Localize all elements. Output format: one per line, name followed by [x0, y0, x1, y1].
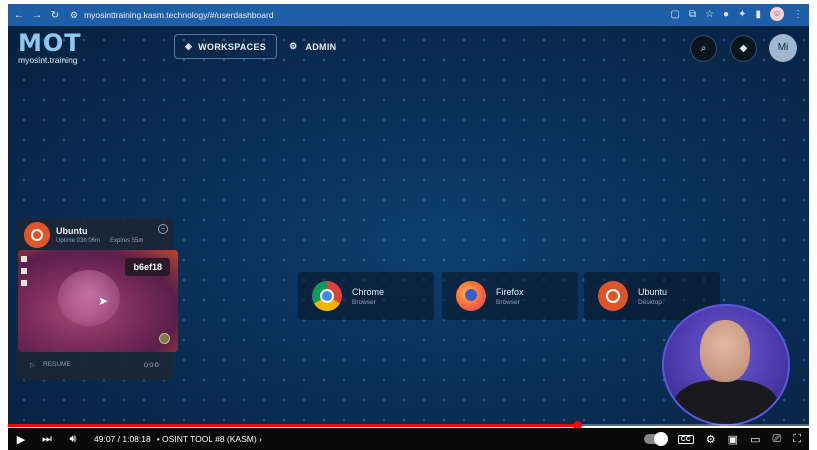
- user-avatar[interactable]: Mi: [769, 34, 797, 62]
- screenshot-icon[interactable]: ▢: [670, 9, 679, 20]
- play-icon[interactable]: ▷: [30, 361, 35, 369]
- session-title: Ubuntu: [56, 226, 88, 236]
- menu-kebab-icon[interactable]: ⋮: [793, 9, 803, 20]
- tag-button[interactable]: ◆: [730, 35, 757, 62]
- extension-icon[interactable]: ●: [723, 9, 729, 20]
- session-preview[interactable]: b6ef18 ➤: [18, 250, 178, 352]
- address-bar[interactable]: myosinttraining.kasm.technology/#/userda…: [84, 10, 273, 20]
- puzzle-icon[interactable]: ✦: [738, 9, 746, 20]
- tag-icon: ◆: [739, 43, 748, 54]
- theater-mode-icon[interactable]: ▭: [750, 433, 760, 446]
- presenter-body: [674, 380, 778, 424]
- status-dot: [159, 333, 170, 344]
- session-header: Ubuntu Uptime 03h 06m Expires 55m: [24, 222, 143, 248]
- miniplayer-icon[interactable]: ▣: [728, 433, 738, 446]
- gear-icon: ⚙: [289, 41, 298, 51]
- presenter-head: [700, 320, 750, 382]
- sidepanel-icon[interactable]: ▮: [755, 9, 761, 20]
- video-frame: ← → ↻ ⚙ myosinttraining.kasm.technology/…: [0, 0, 817, 450]
- session-uptime: Uptime 03h 06m: [56, 238, 101, 244]
- mouse-cursor-icon: ➤: [98, 294, 109, 308]
- session-id-tag: b6ef18: [125, 258, 170, 276]
- logo-subtitle: myosint.training: [18, 55, 78, 65]
- ubuntu-icon: [598, 281, 628, 311]
- browser-toolbar: ← → ↻ ⚙ myosinttraining.kasm.technology/…: [8, 4, 809, 26]
- workspace-tile-chrome[interactable]: Chrome Browser: [298, 272, 434, 320]
- workspace-name: Ubuntu: [638, 286, 668, 297]
- play-icon[interactable]: ▶: [8, 433, 34, 446]
- back-icon[interactable]: ←: [12, 10, 26, 21]
- forward-icon[interactable]: →: [30, 10, 44, 21]
- player-controls: ▶ ⏭ 🔊︎ 49:07 / 1:08:18 • OSINT TOOL #8 (…: [8, 428, 809, 450]
- desktop-file-icon: [21, 256, 27, 262]
- browser-actions: ▢ ⧉ ☆ ● ✦ ▮ ☺ ⋮: [670, 7, 803, 21]
- admin-button[interactable]: ⚙ ADMIN: [289, 41, 336, 52]
- top-nav: ◈ WORKSPACES ⚙ ADMIN: [174, 34, 336, 59]
- logo-mark: MOT: [18, 29, 82, 57]
- chapter-title[interactable]: • OSINT TOOL #8 (KASM) ›: [157, 434, 262, 444]
- workspaces-button[interactable]: ◈ WORKSPACES: [174, 34, 278, 59]
- time-display: 49:07 / 1:08:18: [94, 434, 151, 444]
- autoplay-toggle[interactable]: [643, 432, 668, 446]
- volume-icon[interactable]: 🔊︎: [60, 433, 86, 446]
- session-footer: ▷ RESUME ooo: [30, 360, 160, 369]
- workspace-kind: Desktop: [638, 298, 662, 306]
- chrome-icon: [312, 281, 342, 311]
- progress-fill: [8, 424, 577, 427]
- session-expires: Expires 55m: [110, 238, 144, 244]
- logo[interactable]: MOT myosint.training: [18, 30, 88, 68]
- workspace-tile-firefox[interactable]: Firefox Browser: [442, 272, 578, 320]
- more-options-button[interactable]: ooo: [144, 360, 160, 369]
- wallpaper-jellyfish: [58, 270, 120, 326]
- search-icon: ⌕: [700, 43, 707, 54]
- site-settings-icon[interactable]: ⚙: [70, 10, 78, 21]
- captions-icon[interactable]: CC: [677, 434, 694, 444]
- search-button[interactable]: ⌕: [690, 35, 717, 62]
- layers-icon: ◈: [185, 41, 193, 51]
- settings-gear-icon[interactable]: ⚙: [706, 433, 716, 446]
- resume-button[interactable]: RESUME: [43, 361, 71, 368]
- workspace-kind: Browser: [352, 298, 376, 306]
- bookmark-star-icon[interactable]: ☆: [705, 9, 714, 20]
- workspaces-label: WORKSPACES: [198, 41, 267, 52]
- workspace-name: Firefox: [496, 286, 524, 297]
- next-icon[interactable]: ⏭: [34, 433, 60, 446]
- cast-icon[interactable]: ⎚: [772, 433, 781, 446]
- cast-icon[interactable]: ⧉: [689, 9, 696, 20]
- admin-label: ADMIN: [305, 41, 337, 52]
- desktop-file-icon: [21, 268, 27, 274]
- video-progress-bar[interactable]: [8, 421, 809, 430]
- desktop-file-icon: [21, 280, 27, 286]
- ubuntu-icon: [24, 222, 50, 248]
- presenter-webcam: [662, 304, 790, 426]
- session-card[interactable]: Ubuntu Uptime 03h 06m Expires 55m − b6ef…: [16, 218, 178, 380]
- firefox-icon: [456, 281, 486, 311]
- workspace-name: Chrome: [352, 286, 385, 297]
- minimize-session-icon[interactable]: −: [158, 224, 168, 234]
- fullscreen-icon[interactable]: ⛶: [793, 433, 801, 446]
- profile-avatar[interactable]: ☺: [770, 7, 784, 21]
- workspace-kind: Browser: [496, 298, 520, 306]
- reload-icon[interactable]: ↻: [48, 10, 62, 21]
